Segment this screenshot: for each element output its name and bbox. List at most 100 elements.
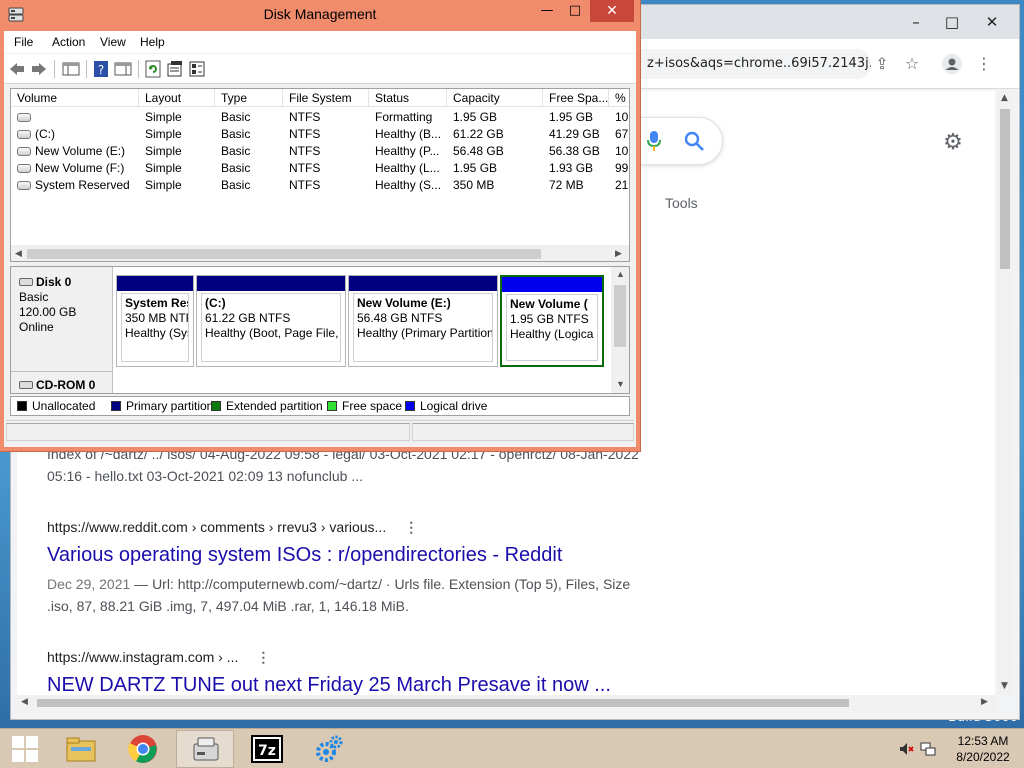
gears-icon [316, 735, 343, 762]
start-button[interactable] [0, 730, 50, 768]
svg-text:?: ? [98, 63, 104, 77]
scroll-down-arrow-icon[interactable]: ▼ [1001, 681, 1008, 691]
legend-primary-partition: Primary partition [111, 397, 213, 415]
forward-arrow-icon[interactable] [30, 60, 48, 78]
volume-row[interactable]: Simple Basic NTFS Formatting 1.95 GB 1.9… [11, 109, 629, 126]
more-options-icon[interactable]: ⋮ [256, 649, 270, 665]
disk-view-vertical-scrollbar[interactable]: ▲ ▼ [611, 267, 629, 393]
chrome-maximize-button[interactable]: □ [937, 11, 967, 33]
disk-management-window: Disk Management — □ ✕ File Action View H… [0, 0, 640, 451]
menu-bar: File Action View Help [4, 31, 636, 53]
taskbar-file-explorer[interactable] [52, 730, 110, 768]
settings-gear-icon[interactable]: ⚙ [941, 131, 965, 155]
scroll-left-arrow-icon[interactable]: ◀ [15, 248, 22, 259]
result-snippet: Dec 29, 2021 — Url: http://computernewb.… [47, 576, 631, 614]
scroll-down-arrow-icon[interactable]: ▼ [616, 379, 625, 389]
minimize-button[interactable]: — [534, 0, 560, 22]
disk-management-titlebar[interactable]: Disk Management — □ ✕ [0, 0, 640, 31]
search-result: https://www.instagram.com › ... ⋮ NEW DAR… [47, 649, 611, 697]
partition-c[interactable]: (C:) 61.22 GB NTFS Healthy (Boot, Page F… [196, 275, 346, 367]
partition-f-logical[interactable]: New Volume ( 1.95 GB NTFS Healthy (Logic… [500, 275, 604, 367]
checklist-icon[interactable] [188, 60, 206, 78]
column-header-status[interactable]: Status [369, 89, 447, 107]
menu-action[interactable]: Action [52, 35, 85, 49]
column-header-free-space[interactable]: Free Spa... [543, 89, 609, 107]
more-options-icon[interactable]: ⋮ [404, 519, 418, 535]
volume-muted-icon[interactable] [898, 741, 914, 757]
column-header-layout[interactable]: Layout [139, 89, 215, 107]
scroll-right-arrow-icon[interactable]: ▶ [981, 697, 988, 707]
cdrom-0-label[interactable]: CD-ROM 0 [11, 371, 113, 393]
result-title-link[interactable]: Various operating system ISOs : r/opendi… [47, 544, 667, 567]
horizontal-scroll-thumb[interactable] [27, 249, 541, 259]
show-hide-console-tree-icon[interactable] [62, 60, 80, 78]
volume-icon [17, 130, 31, 139]
tools-link[interactable]: Tools [665, 195, 698, 211]
profile-avatar-icon[interactable] [941, 53, 963, 75]
scroll-left-arrow-icon[interactable]: ◀ [21, 697, 28, 707]
share-icon[interactable]: ⇪ [871, 53, 893, 75]
partition-legend: Unallocated Primary partition Extended p… [10, 396, 630, 416]
legend-unallocated: Unallocated [17, 397, 95, 415]
taskbar-7zip[interactable]: 7z [238, 730, 296, 768]
page-horizontal-scrollbar[interactable]: ◀ ▶ [17, 695, 995, 711]
vertical-scroll-thumb[interactable] [1000, 109, 1010, 269]
volume-icon [17, 181, 31, 190]
toolbar-separator [138, 60, 139, 78]
network-icon[interactable] [920, 741, 936, 757]
horizontal-scroll-thumb[interactable] [37, 699, 849, 707]
column-header-type[interactable]: Type [215, 89, 283, 107]
properties-icon[interactable] [166, 60, 184, 78]
windows-logo-icon [12, 736, 38, 762]
address-bar[interactable]: z+isos&aqs=chrome..69i57.2143j... [611, 49, 871, 79]
column-header-percent-free[interactable]: % [609, 89, 629, 107]
help-icon[interactable]: ? [92, 60, 110, 78]
show-hide-action-pane-icon[interactable] [114, 60, 132, 78]
volume-row[interactable]: (C:) Simple Basic NTFS Healthy (B... 61.… [11, 126, 629, 143]
search-icon[interactable] [683, 130, 705, 152]
page-vertical-scrollbar[interactable]: ▲ ▼ [997, 91, 1013, 695]
refresh-icon[interactable] [144, 60, 162, 78]
chrome-minimize-button[interactable]: – [901, 11, 931, 33]
legend-logical-drive: Logical drive [405, 397, 487, 415]
system-clock[interactable]: 12:53 AM 8/20/2022 [948, 733, 1018, 765]
scroll-right-arrow-icon[interactable]: ▶ [615, 248, 622, 259]
legend-free-space: Free space [327, 397, 402, 415]
result-url[interactable]: https://www.instagram.com › ... ⋮ [47, 649, 611, 666]
menu-help[interactable]: Help [140, 35, 165, 49]
back-arrow-icon[interactable] [8, 60, 26, 78]
partition-e[interactable]: New Volume (E:) 56.48 GB NTFS Healthy (P… [348, 275, 498, 367]
toolbar-separator [86, 60, 87, 78]
disk-0-label[interactable]: Disk 0 Basic 120.00 GB Online [11, 267, 113, 371]
status-bar-pane [6, 423, 410, 441]
column-header-capacity[interactable]: Capacity [447, 89, 543, 107]
column-header-file-system[interactable]: File System [283, 89, 369, 107]
maximize-button[interactable]: □ [562, 0, 588, 22]
volume-row[interactable]: New Volume (E:) Simple Basic NTFS Health… [11, 143, 629, 160]
result-title-link[interactable]: NEW DARTZ TUNE out next Friday 25 March … [47, 674, 611, 697]
menu-view[interactable]: View [100, 35, 126, 49]
volume-list-horizontal-scrollbar[interactable]: ◀ ▶ [11, 245, 629, 261]
chrome-icon [128, 735, 157, 763]
chrome-menu-icon[interactable]: ⋮ [973, 53, 995, 75]
partition-type-bar [502, 277, 602, 292]
close-button[interactable]: ✕ [590, 0, 634, 22]
volume-row[interactable]: New Volume (F:) Simple Basic NTFS Health… [11, 160, 629, 177]
taskbar-chrome[interactable] [114, 730, 172, 768]
taskbar-settings[interactable] [300, 730, 358, 768]
toolbar-separator [54, 60, 55, 78]
scroll-up-arrow-icon[interactable]: ▲ [616, 269, 625, 279]
volume-row[interactable]: System Reserved Simple Basic NTFS Health… [11, 177, 629, 194]
svg-text:7z: 7z [258, 743, 276, 759]
vertical-scroll-thumb[interactable] [614, 285, 626, 347]
chrome-close-button[interactable]: ✕ [977, 11, 1007, 33]
taskbar-disk-management[interactable] [176, 730, 234, 768]
7zip-icon: 7z [251, 735, 283, 763]
menu-file[interactable]: File [14, 35, 33, 49]
microphone-icon[interactable] [647, 130, 661, 152]
result-url[interactable]: https://www.reddit.com › comments › rrev… [47, 519, 667, 536]
bookmark-star-icon[interactable]: ☆ [901, 53, 923, 75]
scroll-up-arrow-icon[interactable]: ▲ [1001, 93, 1008, 103]
column-header-volume[interactable]: Volume [11, 89, 139, 107]
partition-system-reserved[interactable]: System Res 350 MB NTF Healthy (Sys [116, 275, 194, 367]
